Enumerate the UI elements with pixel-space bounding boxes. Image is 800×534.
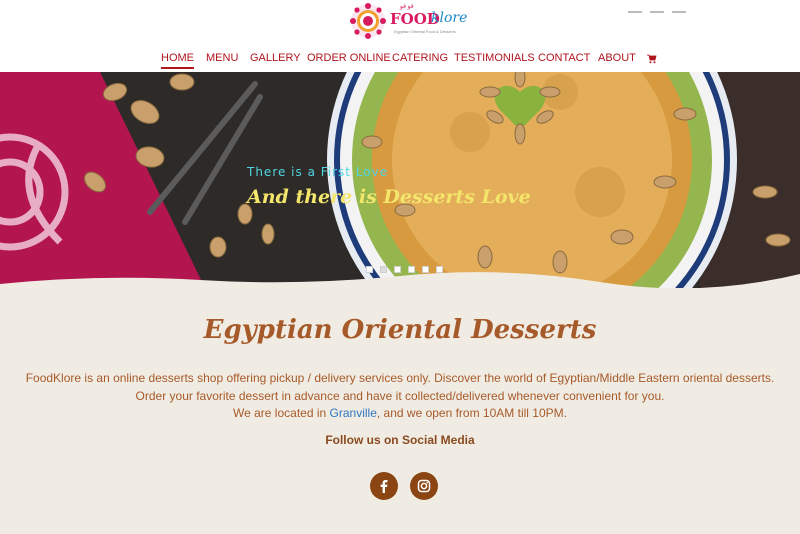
logo-arabic-text: ڤو ڤو [400,4,414,10]
site-logo[interactable]: ڤو ڤو FOOD klore Egyptian Oriental Food … [348,2,467,40]
logo-klore-text: klore [431,10,468,26]
instagram-button[interactable] [410,472,438,500]
main-navigation: HOME MENU GALLERY ORDER ONLINE CATERING … [0,48,800,70]
cart-icon[interactable] [647,54,657,64]
nav-about[interactable]: ABOUT [598,52,636,64]
instagram-icon [417,479,431,493]
hero-dessert-image [0,72,800,288]
hero-slider[interactable]: There is a First Love And there is Desse… [0,72,800,288]
nav-contact[interactable]: CONTACT [538,52,590,64]
hero-caption-line2: And there is Desserts Love [247,186,531,208]
hero-caption-line1: There is a First Love [247,165,389,179]
facebook-icon [380,480,388,493]
intro-paragraph-2: Order your favorite dessert in advance a… [135,389,665,403]
section-heading: Egyptian Oriental Desserts [203,315,597,345]
nav-home[interactable]: HOME [161,52,194,69]
header-utility-links[interactable] [628,0,698,13]
location-text-before: We are located in [233,406,330,420]
intro-paragraph-1: FoodKlore is an online desserts shop off… [25,371,775,385]
hero-wave-divider [0,272,800,294]
hours-text: , and we open from 10AM till 10PM. [376,406,567,420]
nav-testimonials[interactable]: TESTIMONIALS [454,52,535,64]
nav-catering[interactable]: CATERING [392,52,448,64]
follow-heading: Follow us on Social Media [325,433,475,447]
nav-menu[interactable]: MENU [206,52,238,64]
intro-paragraph-3: We are located in Granville, and we open… [0,406,800,420]
mandala-logo-icon [350,3,386,39]
site-header: ڤو ڤو FOOD klore Egyptian Oriental Food … [0,0,800,72]
facebook-button[interactable] [370,472,398,500]
location-link[interactable]: Granville [330,406,377,420]
logo-tagline: Egyptian Oriental Food & Desserts [394,29,456,34]
nav-gallery[interactable]: GALLERY [250,52,301,64]
nav-order-online[interactable]: ORDER ONLINE [307,52,391,64]
